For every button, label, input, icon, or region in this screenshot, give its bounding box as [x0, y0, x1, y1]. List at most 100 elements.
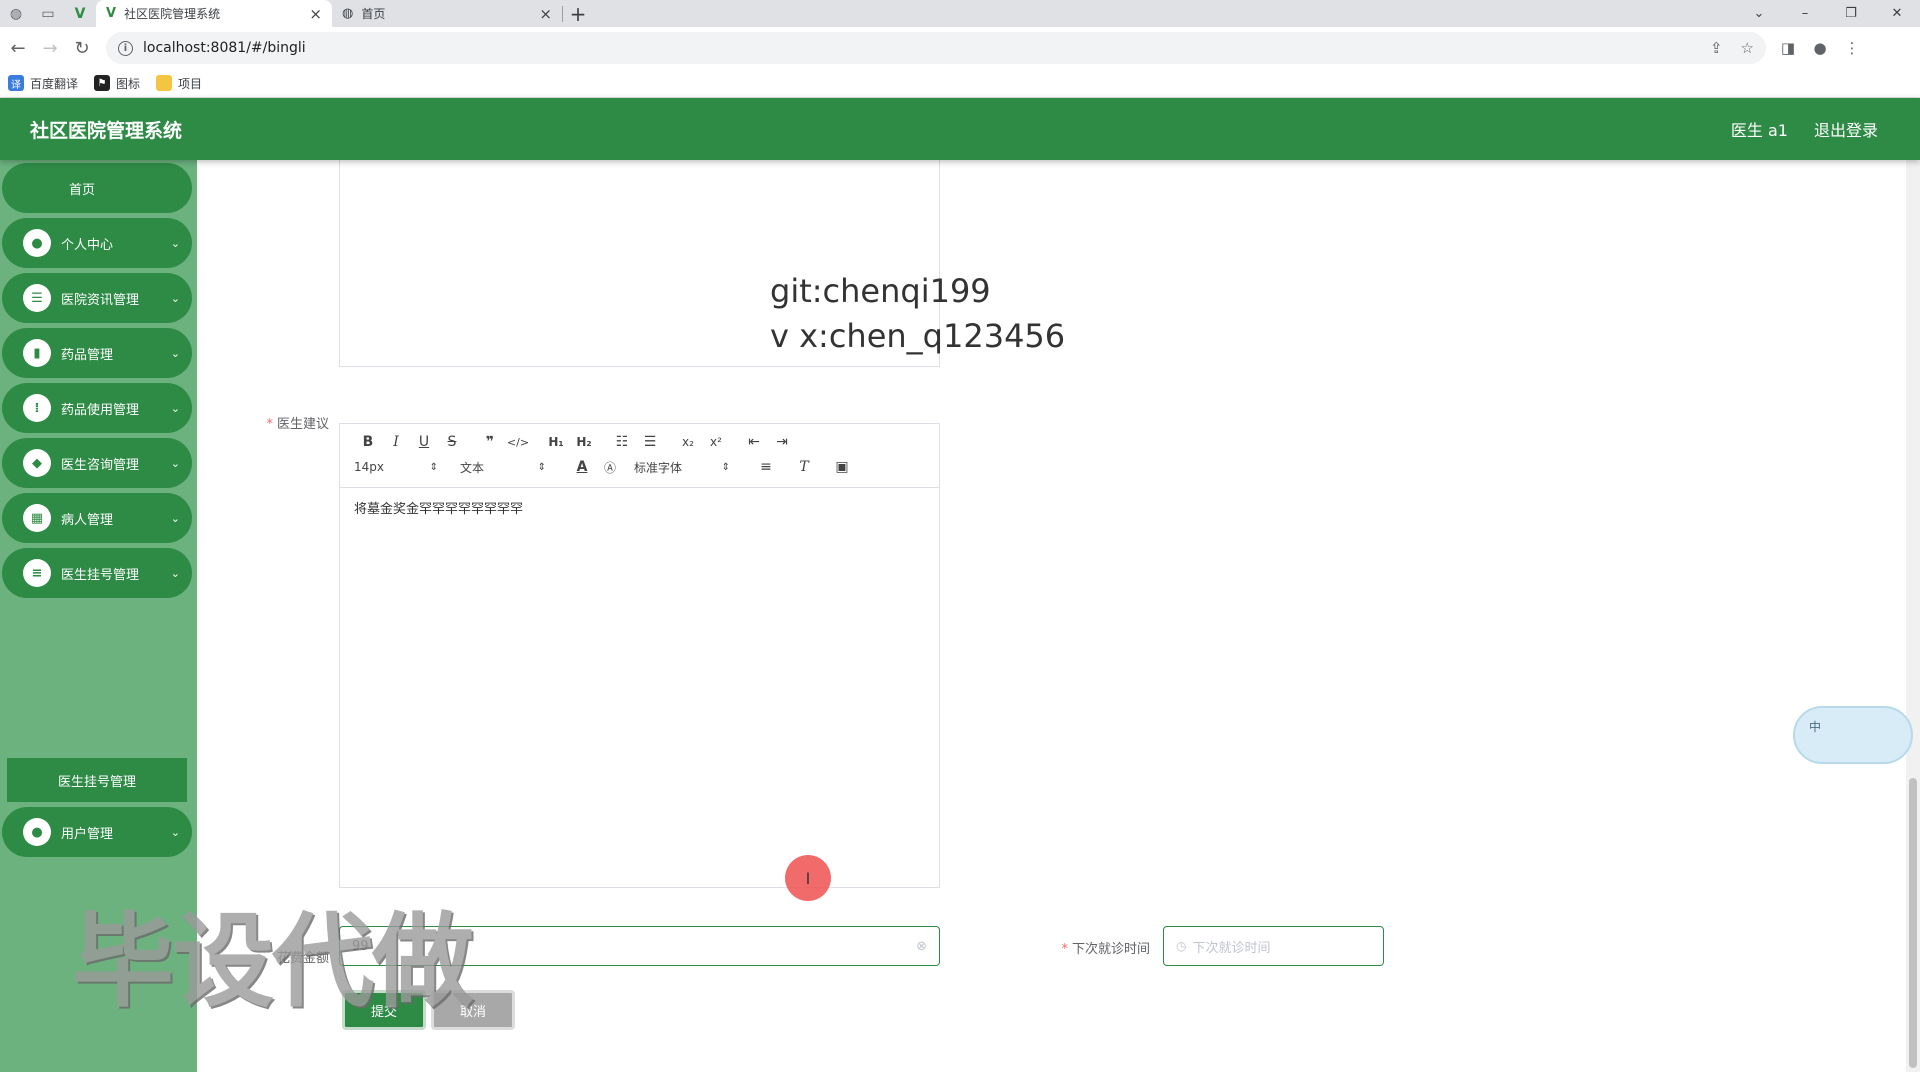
- format-select[interactable]: 文本 ⇕: [460, 457, 546, 477]
- sidebar-item-medicine-usage[interactable]: ⁞ 药品使用管理 ⌄: [2, 383, 192, 433]
- user-icon: ●: [23, 229, 51, 257]
- forward-button[interactable]: →: [34, 32, 66, 64]
- page-scrollbar[interactable]: [1906, 160, 1920, 1072]
- italic-icon[interactable]: I: [382, 432, 410, 452]
- floating-ime-widget[interactable]: 中: [1793, 706, 1913, 764]
- scrollbar-thumb[interactable]: [1909, 778, 1917, 1068]
- close-icon[interactable]: ×: [539, 5, 552, 23]
- share-icon[interactable]: ⇪: [1710, 39, 1723, 57]
- next-visit-date-picker[interactable]: ◷ 下次就诊时间: [1163, 926, 1384, 966]
- heading2-icon[interactable]: H₂: [570, 432, 598, 452]
- watermark-line-1: git:chenqi199: [770, 272, 991, 310]
- clock-icon: ◷: [1176, 939, 1187, 953]
- bullet-list-icon[interactable]: ☰: [636, 432, 664, 452]
- clear-format-icon[interactable]: T: [790, 457, 818, 477]
- new-tab-button[interactable]: +: [563, 0, 593, 27]
- bold-icon[interactable]: B: [354, 432, 382, 452]
- clear-icon[interactable]: ⊗: [916, 939, 927, 954]
- next-visit-placeholder: 下次就诊时间: [1192, 940, 1271, 956]
- ordered-list-icon[interactable]: ☷: [608, 432, 636, 452]
- sidebar-item-home[interactable]: 首页: [2, 163, 192, 213]
- sidebar-item-medicine[interactable]: ▮ 药品管理 ⌄: [2, 328, 192, 378]
- font-size-value: 14px: [354, 460, 384, 474]
- underline-icon[interactable]: U: [410, 432, 438, 452]
- overlay-watermark: 毕设代做: [72, 903, 474, 1022]
- editor-content[interactable]: 将墓金奖金罕罕罕罕罕罕罕罕: [340, 488, 939, 527]
- info-icon[interactable]: i: [118, 40, 133, 56]
- bookmark-folder-project[interactable]: 项目: [156, 75, 202, 92]
- font-family-select[interactable]: 标准字体 ⇕: [634, 457, 730, 477]
- back-button[interactable]: ←: [2, 32, 34, 64]
- sidebar-item-label: 用户管理: [61, 826, 114, 842]
- code-icon[interactable]: </>: [504, 432, 532, 452]
- quote-icon[interactable]: ❞: [476, 432, 504, 452]
- image-icon[interactable]: ▣: [828, 457, 856, 477]
- bookmark-label: 项目: [178, 76, 203, 91]
- indent-icon[interactable]: ⇥: [768, 432, 796, 452]
- close-icon[interactable]: ×: [309, 5, 322, 23]
- background-color-icon[interactable]: Ⓐ: [596, 457, 624, 477]
- sidebar-item-label: 医生咨询管理: [61, 457, 140, 473]
- format-value: 文本: [460, 460, 485, 475]
- sidebar-item-personal-center[interactable]: ● 个人中心 ⌄: [2, 218, 192, 268]
- tab-title: 社区医院管理系统: [124, 7, 221, 21]
- submenu-item-doctor-registration[interactable]: 医生挂号管理: [7, 758, 187, 802]
- pinned-tab-blank[interactable]: ▭: [32, 0, 64, 27]
- pinned-tab-globe[interactable]: ◍: [0, 0, 32, 27]
- ime-label: 中: [1809, 720, 1822, 734]
- sidepanel-icon[interactable]: ◨: [1772, 39, 1804, 57]
- rich-text-editor: B I U S ❞ </> H₁ H₂ ☷ ☰ x₂ x² ⇤ ⇥ 14px ⇕…: [339, 423, 940, 888]
- chevron-down-icon: ⌄: [170, 346, 180, 360]
- font-color-icon[interactable]: A: [568, 457, 596, 477]
- menu-icon[interactable]: ⋮: [1836, 39, 1868, 57]
- reload-button[interactable]: ↻: [66, 32, 98, 64]
- subscript-icon[interactable]: x₂: [674, 432, 702, 452]
- restore-icon[interactable]: ❐: [1828, 0, 1874, 27]
- tab-search-icon[interactable]: ⌄: [1736, 0, 1782, 27]
- sliders-icon: ☰: [23, 284, 51, 312]
- font-family-value: 标准字体: [634, 460, 683, 475]
- required-mark: *: [266, 417, 273, 432]
- minimize-icon[interactable]: –: [1782, 0, 1828, 27]
- sidebar-item-label: 首页: [68, 182, 95, 198]
- sidebar-item-doctor-consult[interactable]: ◆ 医生咨询管理 ⌄: [2, 438, 192, 488]
- grid-icon: ⁞: [23, 394, 51, 422]
- sidebar-item-users[interactable]: ● 用户管理 ⌄: [2, 807, 192, 857]
- sidebar-item-label: 医院资讯管理: [61, 292, 140, 308]
- pinned-tab-vue[interactable]: V: [64, 0, 96, 27]
- app-title: 社区医院管理系统: [30, 119, 183, 142]
- bookmark-baidu-translate[interactable]: 译 百度翻译: [8, 75, 78, 92]
- current-user: 医生 a1: [1730, 121, 1788, 140]
- sidebar-item-label: 医生挂号管理: [61, 567, 140, 583]
- close-window-icon[interactable]: ✕: [1874, 0, 1920, 27]
- sidebar-item-doctor-registration[interactable]: ≡ 医生挂号管理 ⌄: [2, 548, 192, 598]
- browser-tab-home[interactable]: ◍ 首页 ×: [332, 0, 562, 27]
- url-bar[interactable]: i localhost:8081/#/bingli ⇪ ☆: [106, 32, 1766, 64]
- browser-tab-active[interactable]: V 社区医院管理系统 ×: [96, 0, 332, 27]
- superscript-icon[interactable]: x²: [702, 432, 730, 452]
- text-cursor-icon: I: [805, 868, 811, 888]
- apps-icon: ▦: [23, 504, 51, 532]
- next-visit-label-text: 下次就诊时间: [1071, 942, 1150, 957]
- advice-label: * 医生建议: [259, 413, 329, 432]
- outdent-icon[interactable]: ⇤: [740, 432, 768, 452]
- logout-link[interactable]: 退出登录: [1814, 117, 1878, 141]
- font-size-select[interactable]: 14px ⇕: [354, 457, 438, 477]
- sidebar-item-hospital-news[interactable]: ☰ 医院资讯管理 ⌄: [2, 273, 192, 323]
- star-icon[interactable]: ☆: [1741, 39, 1754, 57]
- url-text[interactable]: localhost:8081/#/bingli: [143, 40, 1692, 56]
- align-icon[interactable]: ≡: [752, 457, 780, 477]
- page-icon: ▭: [41, 5, 55, 22]
- bookmarks-bar: 译 百度翻译 ⚑ 图标 项目: [0, 69, 1920, 98]
- sidebar-item-patients[interactable]: ▦ 病人管理 ⌄: [2, 493, 192, 543]
- globe-icon: ◍: [9, 5, 23, 22]
- chevron-down-icon: ⌄: [170, 456, 180, 470]
- select-arrows-icon: ⇕: [429, 461, 438, 473]
- strikethrough-icon[interactable]: S: [438, 432, 466, 452]
- bookmark-icons[interactable]: ⚑ 图标: [94, 75, 140, 92]
- click-indicator: I: [785, 855, 831, 901]
- chevron-down-icon: ⌄: [170, 825, 180, 839]
- profile-icon[interactable]: ●: [1804, 39, 1836, 57]
- heading1-icon[interactable]: H₁: [542, 432, 570, 452]
- chevron-down-icon: ⌄: [170, 291, 180, 305]
